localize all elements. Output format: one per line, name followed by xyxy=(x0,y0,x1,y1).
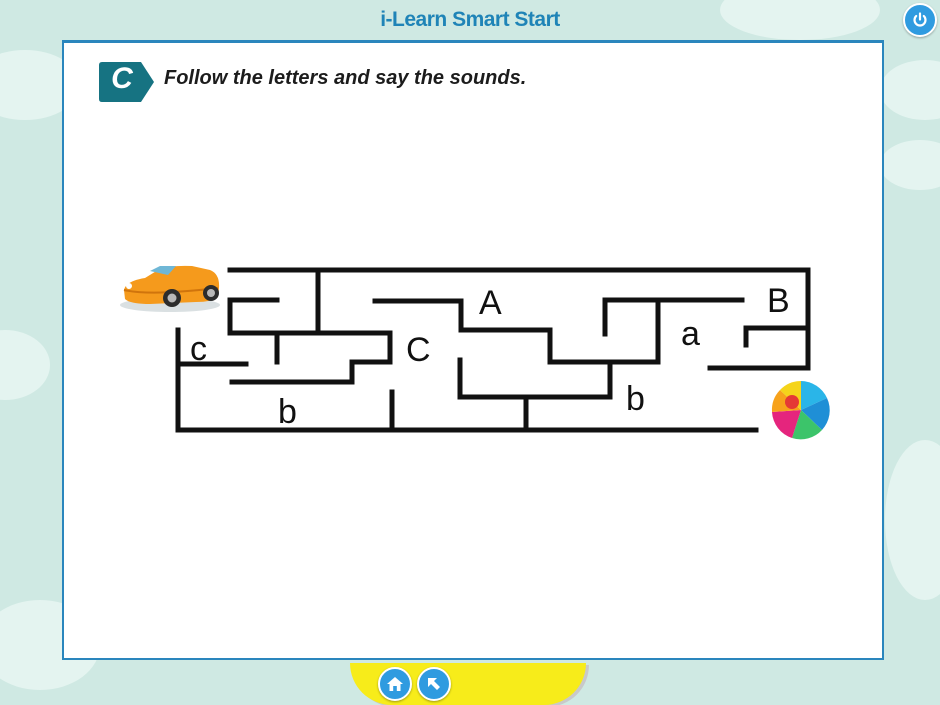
maze-letter: a xyxy=(681,315,700,353)
home-button[interactable] xyxy=(378,667,412,701)
car-icon xyxy=(120,265,220,312)
maze-letter: b xyxy=(626,380,645,418)
maze-letter: A xyxy=(479,284,502,322)
back-arrow-icon xyxy=(428,678,440,690)
back-button[interactable] xyxy=(417,667,451,701)
maze-letter: b xyxy=(278,393,297,431)
letter-maze: c b C A b a B xyxy=(120,265,830,440)
maze-letter: B xyxy=(767,282,790,320)
maze-letter: c xyxy=(190,330,207,368)
maze-letter: C xyxy=(406,331,431,369)
home-icon xyxy=(387,677,403,691)
beach-ball-icon xyxy=(771,381,830,440)
